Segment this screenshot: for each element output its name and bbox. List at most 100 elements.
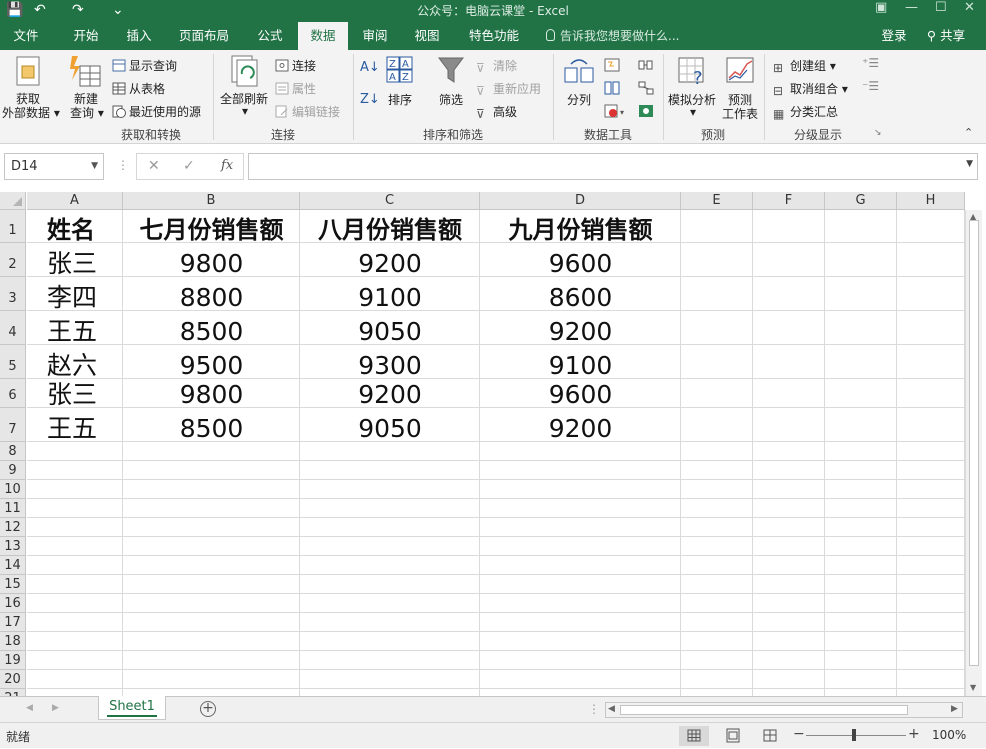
cell-h12[interactable]	[897, 518, 965, 537]
row-header-5[interactable]: 5	[0, 345, 26, 379]
cell-b8[interactable]	[123, 442, 300, 461]
cell-b11[interactable]	[123, 499, 300, 518]
sheet-tab-sheet1[interactable]: Sheet1	[98, 696, 166, 720]
tab-view[interactable]: 视图	[404, 22, 450, 50]
cell-d20[interactable]	[480, 670, 681, 689]
tab-formulas[interactable]: 公式	[246, 22, 294, 50]
cell-g18[interactable]	[825, 632, 897, 651]
cell-d19[interactable]	[480, 651, 681, 670]
cell-h16[interactable]	[897, 594, 965, 613]
insert-function-icon[interactable]: fx	[221, 158, 233, 173]
cell-e5[interactable]	[681, 345, 753, 379]
cell-h4[interactable]	[897, 311, 965, 345]
cell-c20[interactable]	[300, 670, 480, 689]
row-header-7[interactable]: 7	[0, 408, 26, 442]
row-header-14[interactable]: 14	[0, 556, 26, 575]
cell-e3[interactable]	[681, 277, 753, 311]
formula-input[interactable]: ▼	[248, 153, 978, 180]
row-header-6[interactable]: 6	[0, 379, 26, 408]
row-header-18[interactable]: 18	[0, 632, 26, 651]
cell-g13[interactable]	[825, 537, 897, 556]
cell-g16[interactable]	[825, 594, 897, 613]
hide-detail-icon[interactable]: ⁻☰	[862, 79, 879, 93]
column-header-d[interactable]: D	[480, 192, 681, 210]
sort-descending-button[interactable]: Z↓	[360, 92, 380, 107]
name-box[interactable]: D14 ▼	[4, 153, 104, 180]
cell-e16[interactable]	[681, 594, 753, 613]
cell-c17[interactable]	[300, 613, 480, 632]
cell-h14[interactable]	[897, 556, 965, 575]
column-header-a[interactable]: A	[27, 192, 123, 210]
cell-h3[interactable]	[897, 277, 965, 311]
cell-d13[interactable]	[480, 537, 681, 556]
show-queries-button[interactable]: 显示查询	[112, 57, 177, 74]
cell-e17[interactable]	[681, 613, 753, 632]
cell-d9[interactable]	[480, 461, 681, 480]
cell-a11[interactable]	[27, 499, 123, 518]
cell-f15[interactable]	[753, 575, 825, 594]
cell-c18[interactable]	[300, 632, 480, 651]
cell-f17[interactable]	[753, 613, 825, 632]
cell-d8[interactable]	[480, 442, 681, 461]
cell-e1[interactable]	[681, 210, 753, 243]
cell-d18[interactable]	[480, 632, 681, 651]
cell-c19[interactable]	[300, 651, 480, 670]
expand-formula-bar-icon[interactable]: ▼	[966, 159, 973, 169]
row-header-20[interactable]: 20	[0, 670, 26, 689]
cell-d12[interactable]	[480, 518, 681, 537]
cell-c15[interactable]	[300, 575, 480, 594]
cell-c11[interactable]	[300, 499, 480, 518]
cell-e6[interactable]	[681, 379, 753, 408]
tab-review[interactable]: 审阅	[352, 22, 398, 50]
cell-e20[interactable]	[681, 670, 753, 689]
cell-e18[interactable]	[681, 632, 753, 651]
cell-g20[interactable]	[825, 670, 897, 689]
cell-f13[interactable]	[753, 537, 825, 556]
cell-f7[interactable]	[753, 408, 825, 442]
cell-g5[interactable]	[825, 345, 897, 379]
cell-f9[interactable]	[753, 461, 825, 480]
cell-g4[interactable]	[825, 311, 897, 345]
clear-filter-button[interactable]: ⊽ 清除	[476, 57, 517, 75]
cell-a10[interactable]	[27, 480, 123, 499]
relationships-icon[interactable]	[638, 81, 654, 95]
cell-d15[interactable]	[480, 575, 681, 594]
cell-a14[interactable]	[27, 556, 123, 575]
cell-h1[interactable]	[897, 210, 965, 243]
cell-g7[interactable]	[825, 408, 897, 442]
row-header-10[interactable]: 10	[0, 480, 26, 499]
cell-g2[interactable]	[825, 243, 897, 277]
consolidate-icon[interactable]	[638, 58, 654, 72]
cancel-entry-icon[interactable]: ✕	[148, 158, 160, 174]
subtotal-button[interactable]: ▦ 分类汇总	[773, 103, 838, 121]
row-header-1[interactable]: 1	[0, 210, 26, 243]
new-sheet-icon[interactable]: +	[200, 701, 216, 717]
cell-e15[interactable]	[681, 575, 753, 594]
row-header-2[interactable]: 2	[0, 243, 26, 277]
cell-f4[interactable]	[753, 311, 825, 345]
zoom-in-icon[interactable]: +	[908, 726, 920, 742]
cell-b20[interactable]	[123, 670, 300, 689]
cell-h8[interactable]	[897, 442, 965, 461]
normal-view-button[interactable]	[679, 726, 709, 746]
cell-a12[interactable]	[27, 518, 123, 537]
cell-h20[interactable]	[897, 670, 965, 689]
cell-e11[interactable]	[681, 499, 753, 518]
cell-h18[interactable]	[897, 632, 965, 651]
cell-a15[interactable]	[27, 575, 123, 594]
show-detail-icon[interactable]: ⁺☰	[862, 56, 879, 70]
cell-c14[interactable]	[300, 556, 480, 575]
cell-h17[interactable]	[897, 613, 965, 632]
outline-dialog-launcher-icon[interactable]: ↘	[874, 128, 882, 138]
cell-b14[interactable]	[123, 556, 300, 575]
cell-e8[interactable]	[681, 442, 753, 461]
share-button[interactable]: ⚲ 共享	[918, 22, 974, 50]
data-validation-icon[interactable]: ▾	[604, 104, 628, 118]
cell-g9[interactable]	[825, 461, 897, 480]
vertical-scroll-thumb[interactable]	[969, 220, 979, 666]
cell-e4[interactable]	[681, 311, 753, 345]
edit-links-button[interactable]: 编辑链接	[275, 103, 340, 120]
worksheet-grid[interactable]: ABCDEFGH 1 2 3 4 5 6 7 8 9 10 11 12 13 14 15 16 17 18 19 20…	[0, 192, 986, 706]
cell-f14[interactable]	[753, 556, 825, 575]
cell-f2[interactable]	[753, 243, 825, 277]
